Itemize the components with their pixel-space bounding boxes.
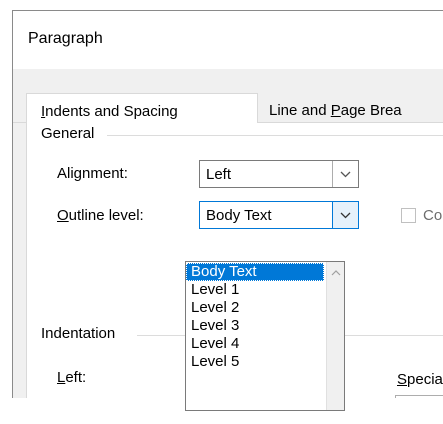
dropdown-option-level-1[interactable]: Level 1 [186,281,324,299]
chevron-up-icon [331,270,341,276]
outline-level-select[interactable]: Body Text [199,201,359,229]
dropdown-option-body-text[interactable]: Body Text [186,263,324,281]
alignment-dropdown-button[interactable] [332,161,358,187]
dialog-title: Paragraph [28,30,103,47]
outline-level-dropdown-button[interactable] [332,202,358,228]
tab-row: Indents and Spacing Line and Page Brea [13,93,443,124]
outline-level-label: Outline level: [57,207,144,224]
tab-line-and-page-breaks-label: Line and Page Brea [269,102,402,119]
dropdown-option-level-3[interactable]: Level 3 [186,317,324,335]
general-group-divider [107,135,443,136]
left-indent-label: Left: [57,369,87,386]
chevron-down-icon [340,171,351,177]
tab-indents-and-spacing[interactable]: Indents and Spacing [26,93,258,124]
alignment-select[interactable]: Left [199,160,359,188]
alignment-value: Left [206,166,232,183]
special-indent-select[interactable] [395,395,443,398]
tab-indents-and-spacing-label: Indents and Spacing [41,103,178,120]
dropdown-option-level-4[interactable]: Level 4 [186,335,324,353]
dialog-titlebar: Paragraph [13,11,443,69]
dropdown-option-level-2[interactable]: Level 2 [186,299,324,317]
indentation-section-label: Indentation [41,325,122,342]
scroll-up-button[interactable] [327,264,344,282]
alignment-label: Alignment: [57,165,128,182]
dropdown-scrollbar[interactable] [326,262,344,410]
special-indent-label: Specia [397,371,443,388]
collapsed-by-default-label: Col [423,207,443,224]
dropdown-option-level-5[interactable]: Level 5 [186,353,324,371]
chevron-down-icon [340,212,351,218]
general-section-label: General [41,125,101,142]
outline-level-value: Body Text [206,207,272,224]
outline-level-dropdown-list[interactable]: Body Text Level 1 Level 2 Level 3 Level … [185,261,345,411]
collapsed-by-default-checkbox[interactable] [401,208,416,223]
tab-line-and-page-breaks[interactable]: Line and Page Brea [258,95,443,123]
